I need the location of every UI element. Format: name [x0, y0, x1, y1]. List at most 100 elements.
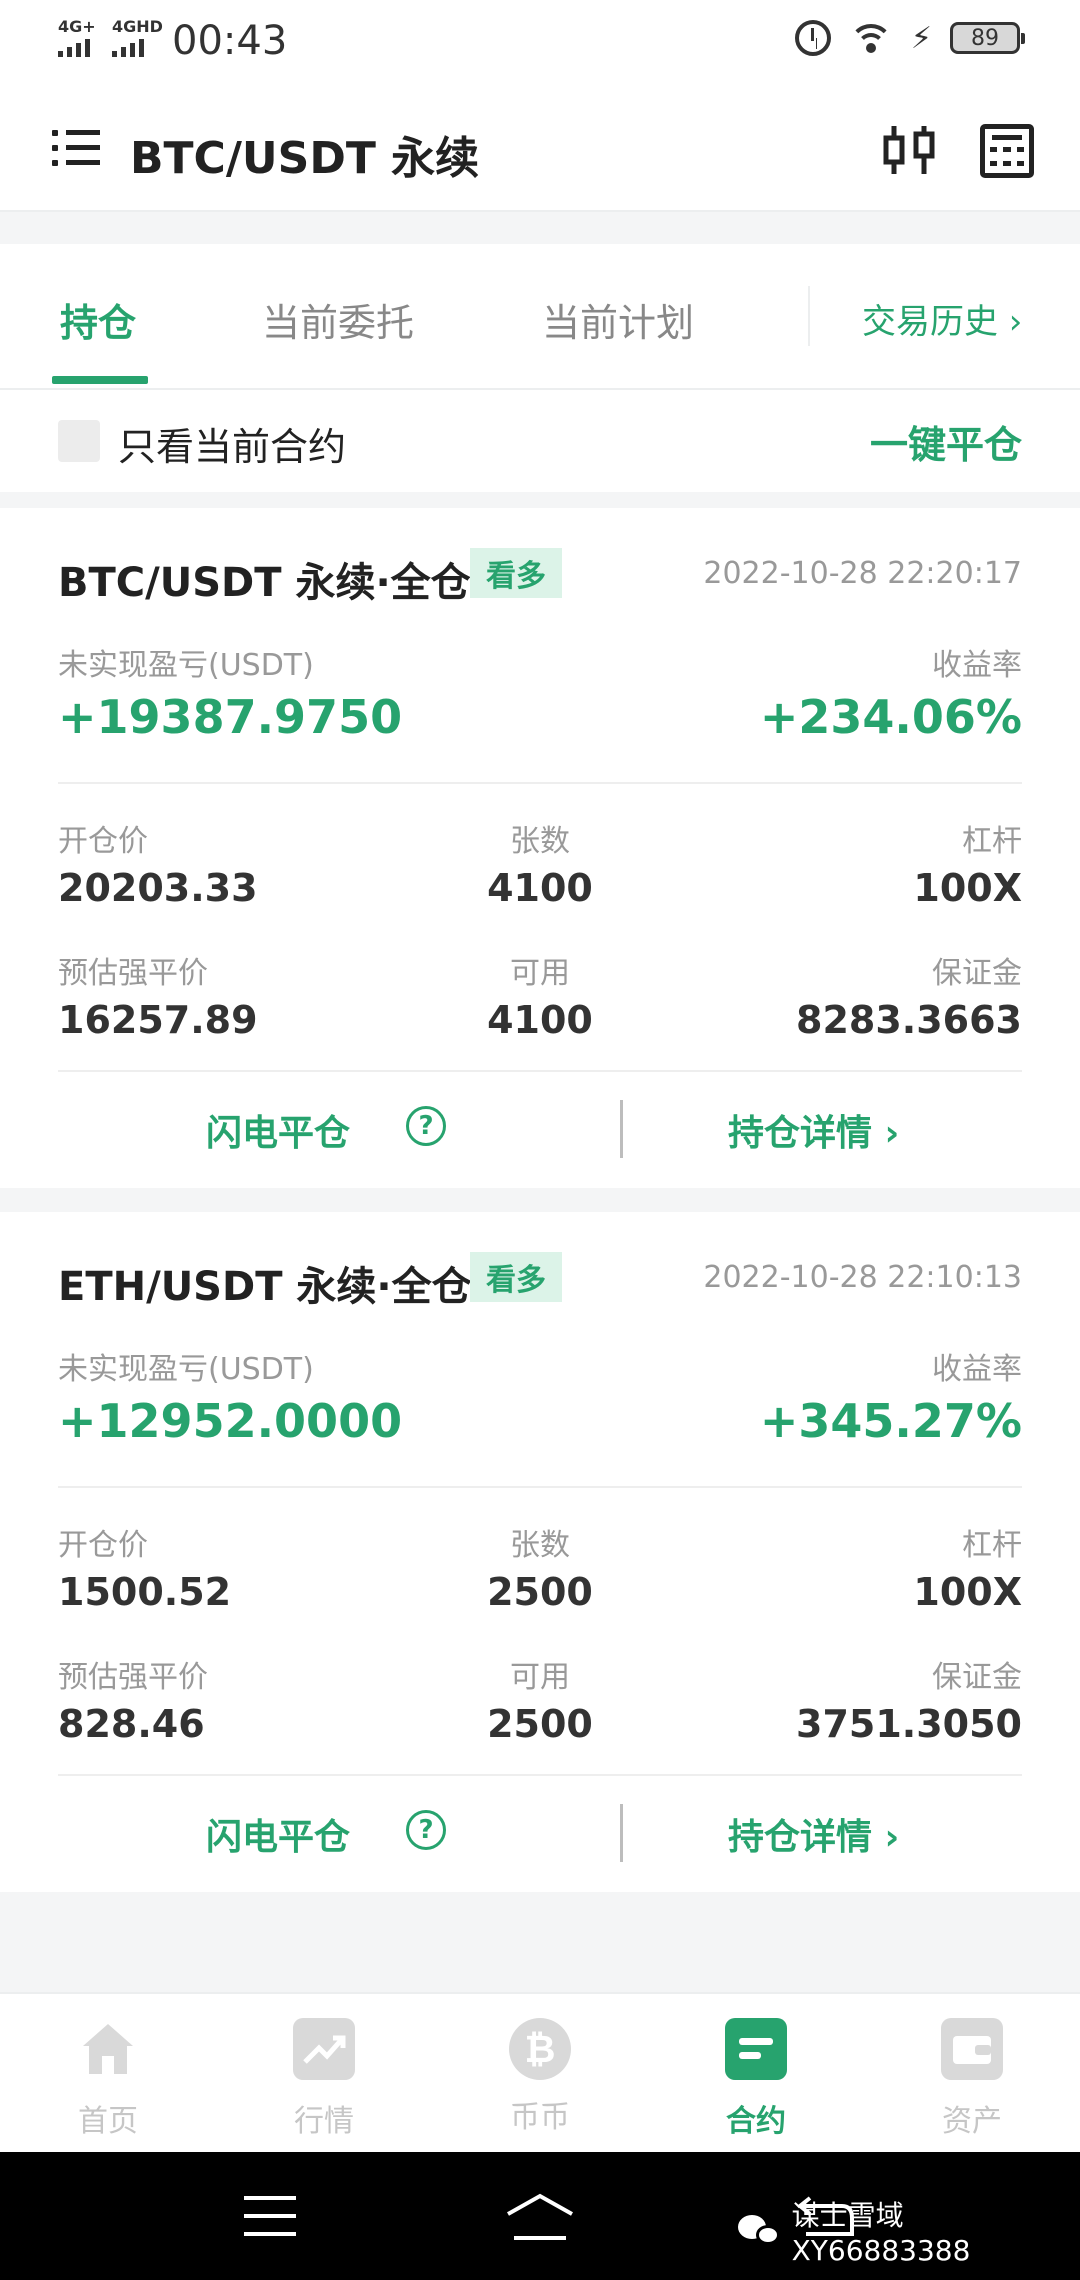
liquidation-price: 16257.89 — [58, 998, 258, 1042]
recent-apps-icon[interactable] — [244, 2196, 296, 2236]
nav-contract[interactable]: 合约 — [686, 2018, 826, 2140]
network-type-1: 4G+ — [58, 17, 96, 36]
entry-price: 20203.33 — [58, 866, 258, 910]
app-header: BTC/USDT 永续 — [0, 84, 1080, 212]
position-details-link[interactable]: 持仓详情 › — [728, 1808, 899, 1860]
nav-label: 币币 — [510, 2100, 570, 2135]
filter-row: 只看当前合约 一键平仓 — [0, 390, 1080, 492]
clock: 00:43 — [172, 18, 288, 64]
position-card-eth: ETH/USDT 永续·全仓 看多 2022-10-28 22:10:13 未实… — [0, 1212, 1080, 1892]
position-title: ETH/USDT 永续·全仓 — [58, 1264, 472, 1310]
alarm-icon — [794, 20, 831, 56]
liquidation-price-label: 预估强平价 — [58, 956, 208, 991]
menu-icon[interactable] — [52, 130, 100, 166]
home-icon — [83, 2024, 133, 2074]
home-nav-icon[interactable] — [504, 2192, 576, 2242]
available-value: 4100 — [487, 998, 593, 1042]
divider — [58, 1486, 1022, 1488]
bitcoin-icon: ₿ — [509, 2018, 571, 2080]
contract-icon — [725, 2018, 787, 2080]
position-tabs: 持仓 当前委托 当前计划 交易历史 › — [0, 244, 1080, 390]
entry-price-label: 开仓价 — [58, 1528, 148, 1563]
open-time: 2022-10-28 22:10:13 — [703, 1260, 1022, 1295]
entry-price-label: 开仓价 — [58, 824, 148, 859]
signal-icon: 4G+ — [58, 17, 96, 57]
size-label: 张数 — [510, 824, 570, 859]
divider — [58, 1774, 1022, 1776]
leverage-value: 100X — [913, 866, 1022, 910]
nav-spot[interactable]: ₿ 币币 — [470, 2018, 610, 2136]
pnl-label: 未实现盈亏(USDT) — [58, 648, 314, 683]
system-nav-bar: 谋士雪域XY66883388 — [0, 2152, 1080, 2280]
divider — [58, 1070, 1022, 1072]
liquidation-price: 828.46 — [58, 1702, 205, 1746]
signal-icon-2: 4GHD — [112, 17, 163, 57]
watermark-text: 谋士雪域XY66883388 — [791, 2199, 971, 2267]
active-tab-indicator — [52, 376, 148, 384]
close-all-button[interactable]: 一键平仓 — [870, 414, 1022, 469]
tab-open-orders[interactable]: 当前委托 — [262, 292, 414, 347]
margin-value: 8283.3663 — [796, 998, 1022, 1042]
leverage-label: 杠杆 — [962, 824, 1022, 859]
unrealized-pnl: +19387.9750 — [58, 690, 403, 744]
position-card-btc: BTC/USDT 永续·全仓 看多 2022-10-28 22:20:17 未实… — [0, 508, 1080, 1188]
current-contract-only-checkbox[interactable] — [58, 420, 100, 462]
network-type-2: 4GHD — [112, 17, 163, 36]
candlestick-icon[interactable] — [882, 124, 936, 176]
flash-close-button[interactable]: 闪电平仓 — [206, 1808, 350, 1860]
leverage-label: 杠杆 — [962, 1528, 1022, 1563]
side-badge: 看多 — [470, 1252, 562, 1302]
nav-label: 行情 — [294, 2104, 354, 2139]
roe-value: +234.06% — [759, 690, 1022, 744]
size-label: 张数 — [510, 1528, 570, 1563]
size-value: 4100 — [487, 866, 593, 910]
divider — [58, 782, 1022, 784]
wechat-icon — [738, 2213, 782, 2249]
page-title[interactable]: BTC/USDT 永续 — [130, 122, 479, 186]
wallet-icon — [941, 2018, 1003, 2080]
liquidation-price-label: 预估强平价 — [58, 1660, 208, 1695]
action-divider — [620, 1804, 623, 1862]
watermark: 谋士雪域XY66883388 — [738, 2194, 1080, 2267]
nav-home[interactable]: 首页 — [38, 2018, 178, 2140]
roe-value: +345.27% — [759, 1394, 1022, 1448]
calculator-icon[interactable] — [980, 124, 1034, 178]
tab-plan-orders[interactable]: 当前计划 — [542, 292, 694, 347]
action-divider — [620, 1100, 623, 1158]
open-time: 2022-10-28 22:20:17 — [703, 556, 1022, 591]
entry-price: 1500.52 — [58, 1570, 232, 1614]
tab-divider — [808, 286, 810, 346]
status-bar: 4G+ 4GHD 00:43 ⚡ 89 — [0, 0, 1080, 84]
margin-label: 保证金 — [932, 1660, 1022, 1695]
chart-icon — [293, 2018, 355, 2080]
nav-market[interactable]: 行情 — [254, 2018, 394, 2140]
size-value: 2500 — [487, 1570, 593, 1614]
pnl-label: 未实现盈亏(USDT) — [58, 1352, 314, 1387]
battery-icon: 89 — [950, 22, 1025, 54]
unrealized-pnl: +12952.0000 — [58, 1394, 403, 1448]
position-title: BTC/USDT 永续·全仓 — [58, 560, 471, 606]
side-badge: 看多 — [470, 548, 562, 598]
bottom-nav: 首页 行情 ₿ 币币 合约 资产 — [0, 1992, 1080, 2152]
checkbox-label[interactable]: 只看当前合约 — [118, 416, 346, 471]
charging-icon: ⚡ — [910, 20, 932, 56]
help-icon[interactable]: ? — [406, 1106, 446, 1146]
nav-label: 合约 — [726, 2104, 786, 2139]
wifi-icon — [848, 20, 893, 56]
nav-assets[interactable]: 资产 — [902, 2018, 1042, 2140]
margin-label: 保证金 — [932, 956, 1022, 991]
roe-label: 收益率 — [932, 648, 1022, 683]
nav-label: 首页 — [78, 2104, 138, 2139]
flash-close-button[interactable]: 闪电平仓 — [206, 1104, 350, 1156]
roe-label: 收益率 — [932, 1352, 1022, 1387]
position-details-link[interactable]: 持仓详情 › — [728, 1104, 899, 1156]
help-icon[interactable]: ? — [406, 1810, 446, 1850]
nav-label: 资产 — [942, 2104, 1002, 2139]
margin-value: 3751.3050 — [796, 1702, 1022, 1746]
available-label: 可用 — [510, 956, 570, 991]
available-value: 2500 — [487, 1702, 593, 1746]
tab-positions[interactable]: 持仓 — [60, 292, 136, 347]
available-label: 可用 — [510, 1660, 570, 1695]
trade-history-link[interactable]: 交易历史 › — [862, 294, 1022, 343]
leverage-value: 100X — [913, 1570, 1022, 1614]
